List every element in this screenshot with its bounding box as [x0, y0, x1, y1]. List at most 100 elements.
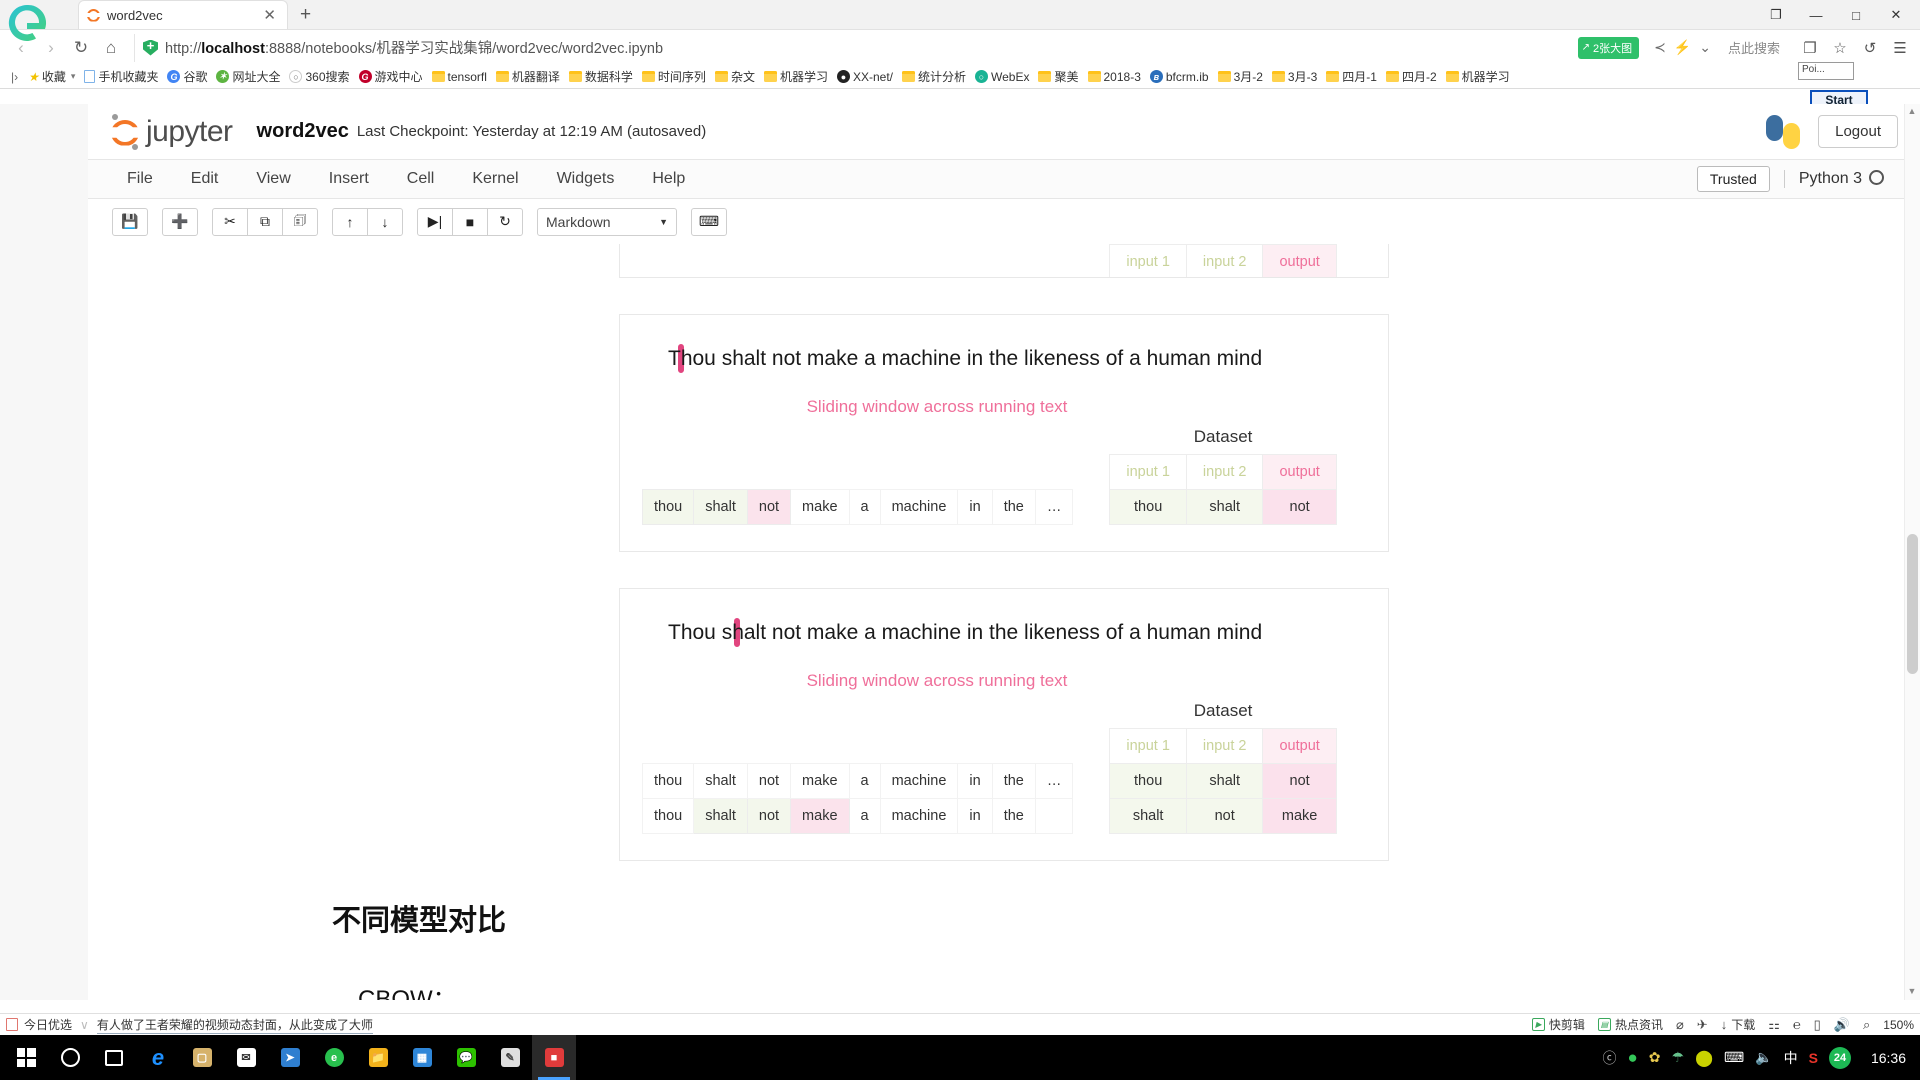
bookmark-item-8[interactable]: 数据科学 — [565, 66, 637, 87]
sogou-tray-icon[interactable]: S — [1809, 1050, 1818, 1066]
menu-help[interactable]: Help — [633, 160, 704, 198]
office-button[interactable]: ▦ — [400, 1035, 444, 1080]
scroll-down-icon[interactable]: ▼ — [1906, 986, 1918, 998]
cortana-button[interactable] — [48, 1035, 92, 1080]
collections-icon[interactable]: ❐ — [1796, 34, 1824, 62]
bookmark-item-15[interactable]: 聚美 — [1034, 66, 1082, 87]
menu-cell[interactable]: Cell — [388, 160, 454, 198]
bookmark-item-22[interactable]: 机器学习 — [1442, 66, 1514, 87]
run-cell-button[interactable]: ▶| — [417, 207, 453, 236]
vertical-scrollbar[interactable]: ▲ ▼ — [1904, 104, 1920, 1000]
close-window-button[interactable]: ✕ — [1876, 1, 1916, 29]
minimize-window-button[interactable]: — — [1796, 1, 1836, 29]
store-button[interactable]: ▢ — [180, 1035, 224, 1080]
bookmark-item-21[interactable]: 四月-2 — [1382, 66, 1441, 87]
address-bar[interactable]: http://localhost:8888/notebooks/机器学习实战集锦… — [134, 33, 1788, 62]
maximize-window-button[interactable]: □ — [1836, 1, 1876, 29]
network-tray-icon[interactable]: ⌨ — [1724, 1049, 1744, 1066]
cut-cell-button[interactable]: ✂ — [212, 207, 248, 236]
ime-tray-icon[interactable]: 中 — [1784, 1048, 1798, 1068]
capture-badge[interactable]: ↗ 2张大图 — [1577, 36, 1640, 59]
script-icon[interactable]: ℮ — [1793, 1017, 1801, 1032]
bookmark-item-4[interactable]: ○ 360搜索 — [285, 66, 353, 87]
menu-insert[interactable]: Insert — [310, 160, 388, 198]
logout-button[interactable]: Logout — [1818, 115, 1898, 148]
jupyter-logo[interactable]: jupyter — [110, 113, 233, 150]
pinyin-tray-icon[interactable]: ✿ — [1649, 1049, 1661, 1066]
browser-tray-icon[interactable]: ● — [1628, 1048, 1638, 1068]
rocket-icon[interactable]: ✈ — [1697, 1017, 1708, 1033]
move-cell-down-button[interactable]: ↓ — [367, 207, 403, 236]
bookmark-item-5[interactable]: G 游戏中心 — [355, 66, 427, 87]
kuaijianji-button[interactable]: ▶ 快剪辑 — [1531, 1016, 1585, 1033]
new-tab-button[interactable]: + — [300, 4, 311, 26]
speed-icon[interactable]: ⌀ — [1676, 1017, 1684, 1033]
browser-tab[interactable]: word2vec ✕ — [78, 0, 288, 29]
bookmark-item-14[interactable]: ○ WebEx — [971, 68, 1033, 86]
menu-view[interactable]: View — [237, 160, 309, 198]
menu-file[interactable]: File — [108, 160, 172, 198]
menu-kernel[interactable]: Kernel — [453, 160, 537, 198]
paint-button[interactable]: ✎ — [488, 1035, 532, 1080]
bookmark-item-16[interactable]: 2018-3 — [1084, 68, 1145, 86]
bookmark-item-13[interactable]: 统计分析 — [898, 66, 970, 87]
bird-app-button[interactable]: ➤ — [268, 1035, 312, 1080]
kernel-indicator[interactable]: Python 3 — [1783, 170, 1884, 188]
scrollbar-thumb[interactable] — [1907, 534, 1918, 674]
favorites-icon[interactable]: ☆ — [1826, 34, 1854, 62]
today-picks[interactable]: 今日优选 — [6, 1016, 72, 1033]
notebook-app-button[interactable]: ■ — [532, 1035, 576, 1080]
copy-cell-button[interactable]: ⧉ — [247, 207, 283, 236]
bookmark-item-11[interactable]: 机器学习 — [760, 66, 832, 87]
flag-icon[interactable]: ⚏ — [1768, 1017, 1780, 1033]
menu-edit[interactable]: Edit — [172, 160, 238, 198]
cell-type-select[interactable]: Markdown ▼ — [537, 207, 677, 236]
trusted-badge[interactable]: Trusted — [1696, 166, 1770, 192]
volume-tray-icon[interactable]: 🔈 — [1755, 1049, 1772, 1066]
mail-button[interactable]: ✉ — [224, 1035, 268, 1080]
scroll-up-icon[interactable]: ▲ — [1906, 106, 1918, 118]
close-tab-icon[interactable]: ✕ — [260, 8, 279, 23]
bookmark-item-7[interactable]: 机器翻译 — [492, 66, 564, 87]
bookmark-item-6[interactable]: tensorfl — [428, 68, 491, 86]
insert-cell-below-button[interactable]: ➕ — [162, 207, 198, 236]
wechat-button[interactable]: 💬 — [444, 1035, 488, 1080]
counter-tray-icon[interactable]: 24 — [1829, 1046, 1851, 1069]
security-tray-icon[interactable]: ☂ — [1672, 1049, 1685, 1066]
task-view-button[interactable] — [92, 1035, 136, 1080]
bookmark-item-12[interactable]: ● XX-net/ — [833, 68, 897, 86]
interrupt-kernel-button[interactable]: ■ — [452, 207, 488, 236]
bookmark-item-1[interactable]: 手机收藏夹 — [80, 66, 162, 87]
bookmark-item-19[interactable]: 3月-3 — [1268, 66, 1321, 87]
onenote-tray-icon[interactable]: ⓒ — [1603, 1048, 1617, 1068]
reload-icon[interactable]: ↻ — [66, 33, 96, 63]
save-button[interactable]: 💾 — [112, 207, 148, 236]
hotnews-button[interactable]: ▤ 热点资讯 — [1597, 1016, 1663, 1033]
edge-button[interactable]: e — [136, 1035, 180, 1080]
search-input[interactable]: 点此搜索 — [1728, 38, 1780, 57]
search-icon[interactable]: ⌕ — [1863, 1017, 1870, 1033]
taskbar-clock[interactable]: 16:36 — [1862, 1050, 1906, 1066]
chevron-down-icon[interactable]: ⌄ — [1699, 39, 1711, 56]
bookmark-item-9[interactable]: 时间序列 — [638, 66, 710, 87]
menu-widgets[interactable]: Widgets — [538, 160, 634, 198]
bookmark-item-18[interactable]: 3月-2 — [1214, 66, 1267, 87]
start-button[interactable] — [4, 1035, 48, 1080]
paste-cell-button[interactable]: 🗊 — [282, 207, 318, 236]
move-cell-up-button[interactable]: ↑ — [332, 207, 368, 236]
bookmark-item-0[interactable]: ★ 收藏 ▾ — [24, 66, 79, 87]
bookmark-item-10[interactable]: 杂文 — [711, 66, 759, 87]
update-tray-icon[interactable]: ⬤ — [1695, 1048, 1713, 1068]
bookmarks-overflow-icon[interactable]: |› — [6, 70, 23, 84]
bookmark-item-3[interactable]: ✶ 网址大全 — [212, 66, 284, 87]
menu-icon[interactable]: ☰ — [1886, 34, 1914, 62]
downloads-button[interactable]: ↓ 下载 — [1721, 1016, 1756, 1033]
news-headline-link[interactable]: 有人做了王者荣耀的视频动态封面，从此变成了大师 — [96, 1016, 373, 1034]
notebook-title[interactable]: word2vec — [257, 120, 349, 143]
window-icon[interactable]: ▯ — [1814, 1017, 1821, 1033]
home-icon[interactable]: ⌂ — [96, 33, 126, 63]
explorer-button[interactable]: 📁 — [356, 1035, 400, 1080]
restart-kernel-button[interactable]: ↻ — [487, 207, 523, 236]
lightning-icon[interactable]: ⚡ — [1674, 39, 1691, 56]
bookmark-item-2[interactable]: G 谷歌 — [163, 66, 211, 87]
